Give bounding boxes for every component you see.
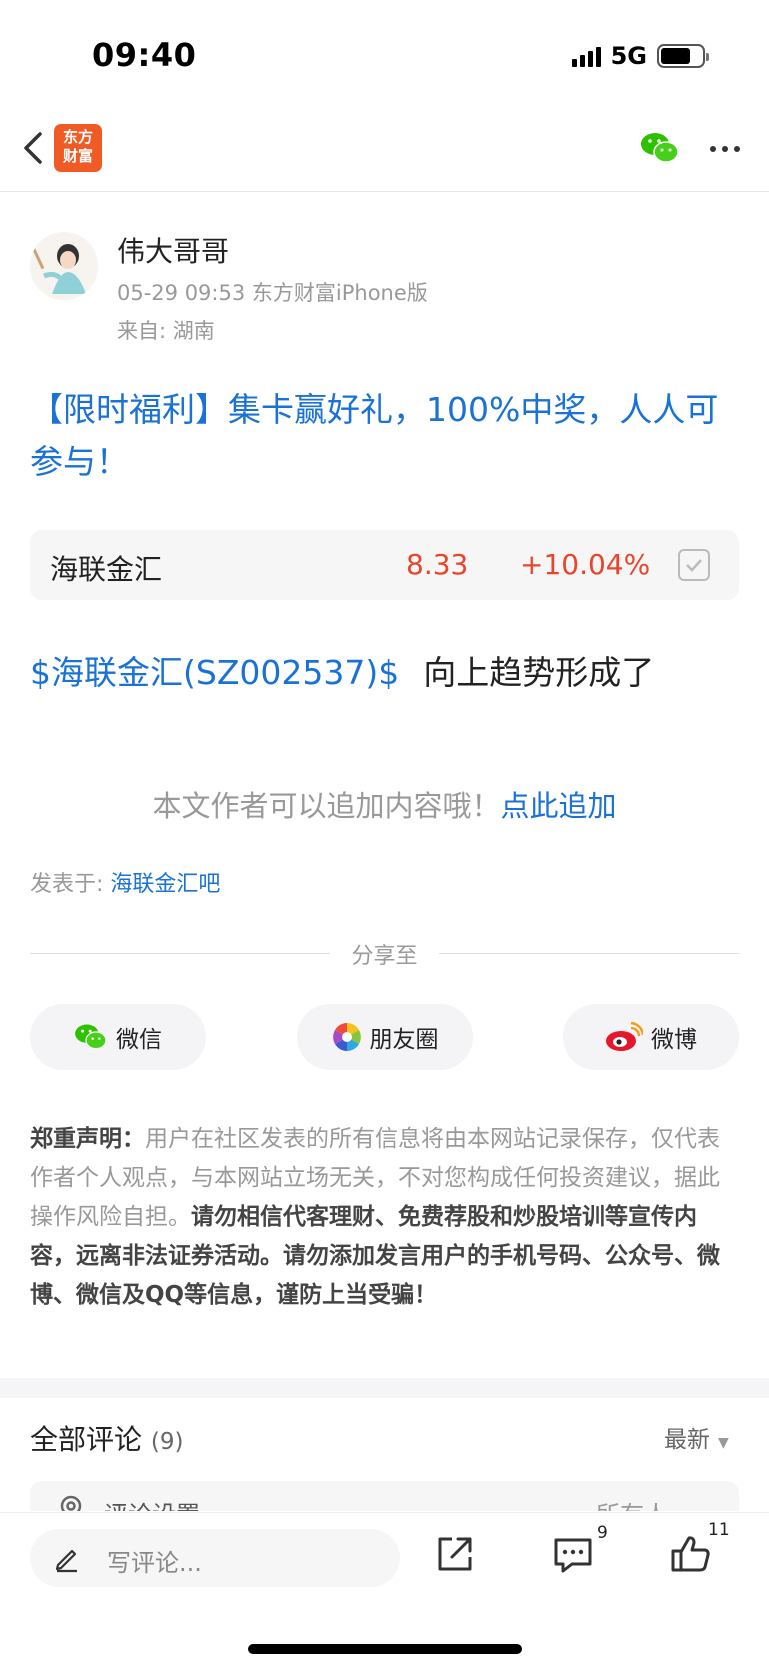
stock-name: 海联金汇 xyxy=(50,553,163,586)
comment-count-badge: 9 xyxy=(597,1523,608,1543)
posted-in: 发表于: 海联金汇吧 xyxy=(30,866,220,898)
post-location: 来自: 湖南 xyxy=(117,319,215,343)
append-prompt-text: 本文作者可以追加内容哦！ xyxy=(152,789,501,823)
comments-count: (9) xyxy=(150,1429,184,1455)
comments-title: 全部评论 (9) xyxy=(30,1418,184,1458)
battery-icon xyxy=(657,44,709,68)
comment-settings-label: 评论设置 xyxy=(104,1495,200,1511)
section-divider xyxy=(0,1378,769,1398)
status-time: 09:40 xyxy=(92,36,197,74)
like-count-badge: 11 xyxy=(708,1520,730,1540)
nav-bar: 东方 财富 xyxy=(0,110,769,192)
avatar[interactable] xyxy=(30,232,98,300)
pen-icon xyxy=(55,1549,77,1573)
post-text: 向上趋势形成了 xyxy=(423,653,655,692)
share-moments-button[interactable]: 朋友圈 xyxy=(297,1004,473,1070)
status-indicators: 5G xyxy=(571,42,709,70)
moments-icon xyxy=(332,1023,361,1051)
share-label: 分享至 xyxy=(351,944,418,969)
stock-change: +10.04% xyxy=(520,548,651,581)
posted-in-label: 发表于: xyxy=(30,872,111,897)
comments-title-label: 全部评论 xyxy=(30,1423,143,1456)
append-content-link[interactable]: 点此追加 xyxy=(501,789,617,823)
share-weibo-label: 微博 xyxy=(651,1027,697,1053)
stock-card[interactable]: 海联金汇 8.33 +10.04% xyxy=(30,530,739,600)
network-type: 5G xyxy=(610,42,647,70)
post-meta: 05-29 09:53 东方财富iPhone版 xyxy=(117,281,428,305)
back-icon[interactable] xyxy=(18,128,48,168)
weibo-icon xyxy=(606,1022,643,1051)
share-icon[interactable] xyxy=(432,1531,478,1577)
gear-icon xyxy=(60,1495,82,1511)
append-content-prompt: 本文作者可以追加内容哦！点此追加 xyxy=(0,783,769,825)
share-wechat-button[interactable]: 微信 xyxy=(30,1004,206,1070)
comment-input[interactable]: 写评论... xyxy=(30,1529,400,1587)
stock-price: 8.33 xyxy=(406,548,469,581)
comment-settings-value: 所有人 xyxy=(596,1495,668,1511)
share-weibo-button[interactable]: 微博 xyxy=(563,1004,739,1070)
bottom-action-bar: 写评论... 9 11 xyxy=(0,1512,769,1665)
share-wechat-label: 微信 xyxy=(116,1027,162,1053)
author-name[interactable]: 伟大哥哥 xyxy=(117,230,229,270)
more-icon[interactable] xyxy=(710,146,740,152)
status-bar: 09:40 5G xyxy=(0,0,769,110)
home-indicator xyxy=(248,1644,522,1654)
comment-settings-row[interactable]: 评论设置 所有人 xyxy=(30,1481,739,1511)
wechat-share-icon[interactable] xyxy=(640,130,680,166)
signal-icon xyxy=(571,45,601,67)
wechat-icon xyxy=(75,1024,107,1050)
stock-bar-link[interactable]: 海联金汇吧 xyxy=(110,872,220,897)
stock-tag-link[interactable]: $海联金汇(SZ002537)$ xyxy=(30,653,399,692)
post-title[interactable]: 【限时福利】集卡赢好礼，100%中奖，人人可参与！ xyxy=(30,384,730,488)
app-logo[interactable]: 东方 财富 xyxy=(54,124,102,172)
comment-placeholder: 写评论... xyxy=(107,1549,202,1577)
comment-sort-dropdown[interactable]: 最新 ▼ xyxy=(664,1420,729,1454)
disclaimer: 郑重声明：用户在社区发表的所有信息将由本网站记录保存，仅代表作者个人观点，与本网… xyxy=(30,1120,740,1315)
post-body: $海联金汇(SZ002537)$ 向上趋势形成了 xyxy=(30,646,654,694)
caret-down-icon: ▼ xyxy=(718,1435,729,1451)
sort-label: 最新 xyxy=(664,1427,710,1453)
add-watchlist-checkbox[interactable] xyxy=(678,549,710,581)
share-moments-label: 朋友圈 xyxy=(369,1027,439,1053)
comment-icon[interactable] xyxy=(550,1531,596,1577)
disclaimer-heading: 郑重声明： xyxy=(30,1126,145,1152)
